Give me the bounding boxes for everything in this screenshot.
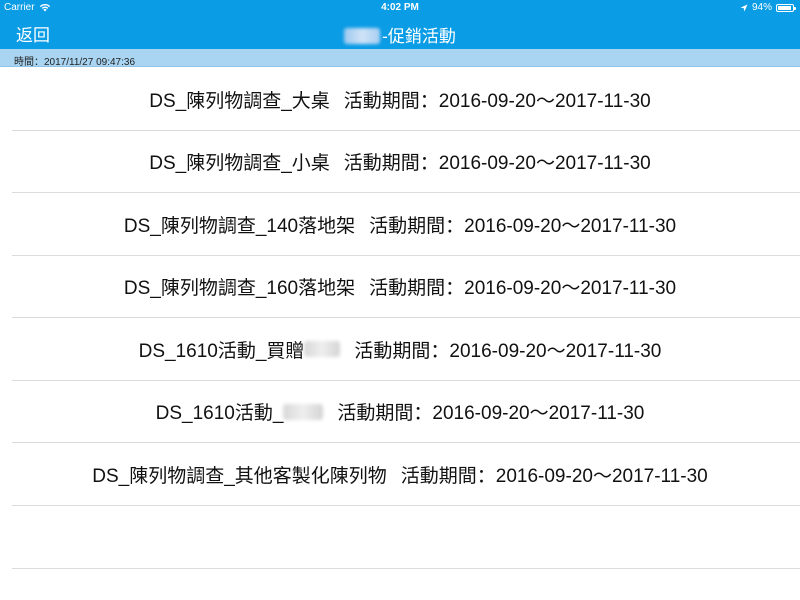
item-name: DS_1610活動_ [155, 403, 284, 425]
timestamp-bar: 時間：2017/11/27 09:47:36 [0, 49, 800, 68]
clock: 4:02 PM [381, 2, 419, 13]
page-title: -促銷活動 [0, 22, 800, 47]
redacted-text [283, 403, 324, 420]
item-period: 活動期間：2016-09-20～2017-11-30 [343, 90, 651, 112]
list-item[interactable]: DS_陳列物調查_大桌 活動期間：2016-09-20～2017-11-30 [0, 68, 800, 131]
item-name: DS_陳列物調查_140落地架 [123, 215, 356, 237]
item-period: 活動期間：2016-09-20～2017-11-30 [369, 278, 677, 300]
status-right: 94% [740, 2, 796, 13]
timestamp-text: 時間：2017/11/27 09:47:36 [14, 57, 136, 68]
redacted-title-prefix [344, 28, 381, 44]
divider [12, 568, 800, 569]
item-period: 活動期間：2016-09-20～2017-11-30 [343, 153, 651, 175]
item-name: DS_陳列物調查_小桌 [149, 153, 330, 175]
item-period: 活動期間：2016-09-20～2017-11-30 [337, 403, 645, 425]
list-item[interactable]: DS_陳列物調查_140落地架 活動期間：2016-09-20～2017-11-… [0, 193, 800, 256]
location-arrow-icon [740, 4, 748, 11]
list-item[interactable]: DS_陳列物調查_160落地架 活動期間：2016-09-20～2017-11-… [0, 256, 800, 319]
item-period: 活動期間：2016-09-20～2017-11-30 [354, 340, 662, 362]
navigation-bar: 返回 -促銷活動 [0, 18, 800, 49]
item-name: DS_陳列物調查_其他客製化陳列物 [92, 465, 387, 487]
top-bar: Carrier 4:02 PM 94% 返回 -促銷活動 [0, 0, 800, 49]
battery-fill [778, 5, 792, 10]
list-item[interactable]: DS_陳列物調查_其他客製化陳列物 活動期間：2016-09-20～2017-1… [0, 443, 800, 506]
item-name: DS_陳列物調查_160落地架 [123, 278, 356, 300]
item-period: 活動期間：2016-09-20～2017-11-30 [369, 215, 677, 237]
promotion-list: DS_陳列物調查_大桌 活動期間：2016-09-20～2017-11-30 D… [0, 68, 800, 506]
battery-percent: 94% [751, 2, 772, 13]
redacted-text [304, 341, 341, 358]
item-name: DS_1610活動_買贈 [138, 340, 305, 362]
item-name: DS_陳列物調查_大桌 [149, 90, 330, 112]
list-item[interactable]: DS_1610活動_ 活動期間：2016-09-20～2017-11-30 [0, 381, 800, 444]
battery-icon [776, 3, 796, 12]
item-period: 活動期間：2016-09-20～2017-11-30 [400, 465, 708, 487]
page-title-suffix: -促銷活動 [382, 27, 456, 46]
list-item[interactable]: DS_陳列物調查_小桌 活動期間：2016-09-20～2017-11-30 [0, 131, 800, 194]
status-bar: Carrier 4:02 PM 94% [0, 0, 800, 16]
list-item[interactable]: DS_1610活動_買贈 活動期間：2016-09-20～2017-11-30 [0, 318, 800, 381]
